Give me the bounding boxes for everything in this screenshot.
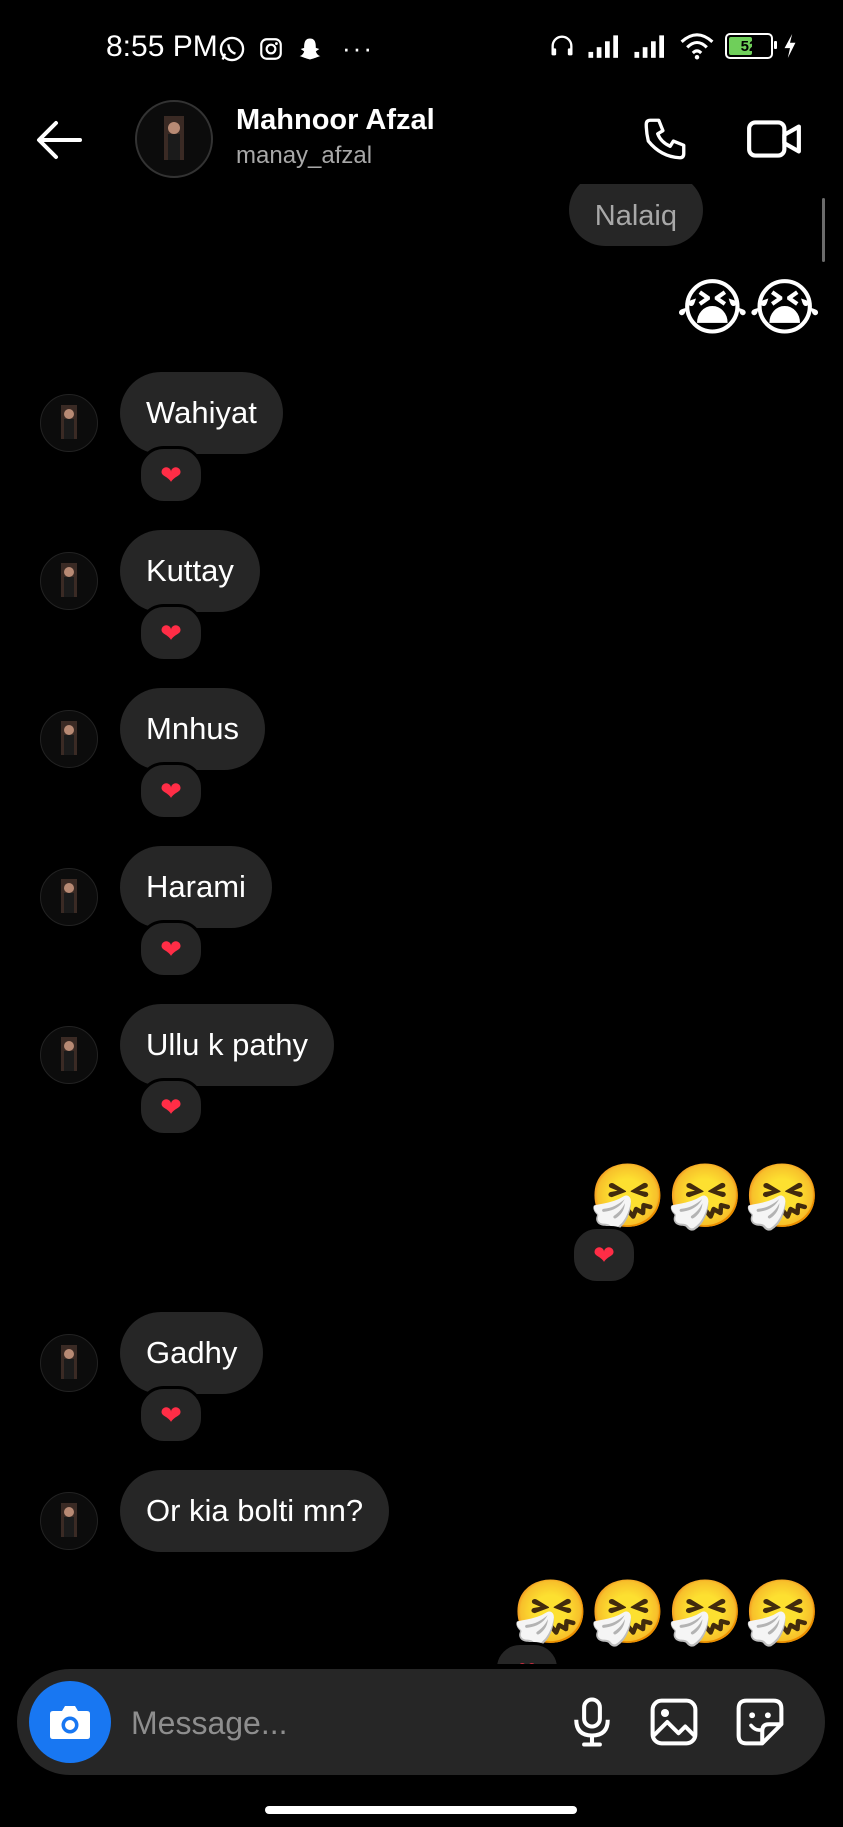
sender-avatar[interactable] (40, 1492, 98, 1550)
avatar-photo (61, 721, 77, 755)
instagram-icon (260, 37, 282, 60)
avatar-photo (61, 1037, 77, 1071)
incoming-message[interactable]: Kuttay (120, 530, 260, 612)
outgoing-emoji-message[interactable]: 😭😭 (676, 272, 821, 344)
gallery-icon[interactable] (647, 1695, 701, 1749)
phone-call-icon[interactable] (640, 114, 690, 164)
status-bar: 8:55 PM ··· 52 (0, 0, 843, 100)
message-composer (17, 1669, 825, 1775)
avatar-photo (61, 1503, 77, 1537)
sender-avatar[interactable] (40, 552, 98, 610)
message-input[interactable] (129, 1695, 553, 1751)
status-time: 8:55 PM (106, 30, 218, 63)
back-arrow-icon[interactable] (34, 118, 84, 162)
charging-icon (784, 34, 796, 58)
scroll-indicator[interactable] (822, 198, 825, 262)
more-dots-icon: ··· (342, 33, 374, 63)
avatar-photo (61, 405, 77, 439)
incoming-message[interactable]: Ullu k pathy (120, 1004, 334, 1086)
video-call-icon[interactable] (745, 114, 803, 164)
camera-icon (50, 1706, 90, 1739)
emoji: 🤧🤧🤧 (589, 1159, 821, 1232)
outgoing-emoji-message[interactable]: 🤧🤧🤧 (589, 1160, 821, 1232)
contact-avatar[interactable] (135, 100, 213, 178)
signal-icon (588, 35, 618, 58)
avatar-photo (61, 563, 77, 597)
emoji: 😭😭 (676, 271, 821, 344)
sender-avatar[interactable] (40, 394, 98, 452)
message-thread[interactable]: Nalaiq 😭😭 Wahiyat ❤ Kuttay ❤ Mnhus ❤ Har… (0, 184, 843, 1664)
contact-username[interactable]: manay_afzal (236, 142, 372, 170)
sender-avatar[interactable] (40, 1334, 98, 1392)
incoming-message[interactable]: Wahiyat (120, 372, 283, 454)
heart-reaction[interactable]: ❤ (138, 920, 204, 978)
incoming-message[interactable]: Mnhus (120, 688, 266, 770)
heart-reaction[interactable]: ❤ (138, 1078, 204, 1136)
chat-header: Mahnoor Afzal manay_afzal (0, 96, 843, 184)
outgoing-emoji-message[interactable]: 🤧🤧🤧🤧 (512, 1576, 821, 1648)
emoji: 🤧🤧🤧🤧 (512, 1575, 821, 1648)
contact-name[interactable]: Mahnoor Afzal (236, 104, 435, 137)
sender-avatar[interactable] (40, 868, 98, 926)
microphone-icon[interactable] (565, 1695, 619, 1749)
sender-avatar[interactable] (40, 710, 98, 768)
headphones-icon (551, 35, 573, 56)
outgoing-message[interactable]: Nalaiq (568, 184, 703, 246)
snapchat-icon (299, 38, 321, 59)
incoming-message[interactable]: Or kia bolti mn? (120, 1470, 390, 1552)
sticker-icon[interactable] (733, 1695, 787, 1749)
avatar-photo (164, 116, 184, 160)
heart-reaction[interactable]: ❤ (138, 446, 204, 504)
incoming-message[interactable]: Gadhy (120, 1312, 264, 1394)
heart-reaction[interactable]: ❤ (138, 762, 204, 820)
camera-button[interactable] (29, 1681, 111, 1763)
signal-icon (634, 35, 664, 58)
battery-level: 52 (740, 37, 758, 55)
whatsapp-icon (219, 36, 245, 61)
home-indicator[interactable] (265, 1806, 577, 1814)
heart-reaction[interactable]: ❤ (138, 1386, 204, 1444)
heart-reaction[interactable]: ❤ (138, 604, 204, 662)
avatar-photo (61, 1345, 77, 1379)
battery-icon: 52 (725, 33, 777, 59)
heart-reaction[interactable]: ❤ (571, 1226, 637, 1284)
wifi-icon (680, 33, 714, 60)
incoming-message[interactable]: Harami (120, 846, 272, 928)
avatar-photo (61, 879, 77, 913)
sender-avatar[interactable] (40, 1026, 98, 1084)
